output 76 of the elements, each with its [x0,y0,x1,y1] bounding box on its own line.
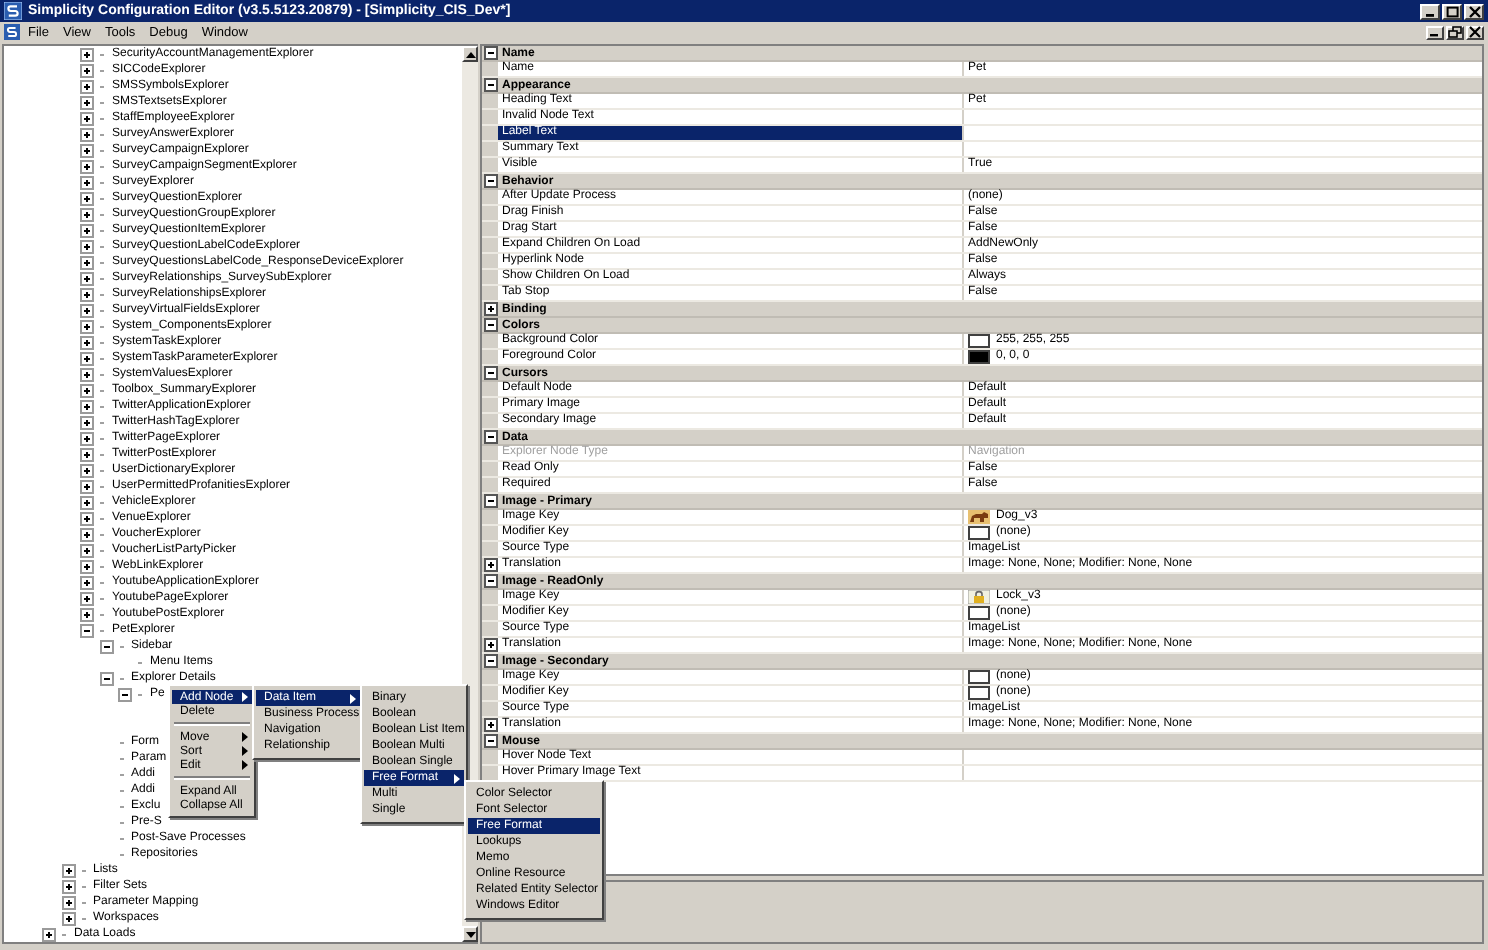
tree-toggle-icon[interactable] [80,47,94,61]
tree-toggle-icon[interactable] [80,511,94,525]
category-toggle-icon[interactable] [484,494,498,508]
category-toggle-icon[interactable] [484,366,498,380]
maximize-button[interactable] [1442,3,1462,19]
category-toggle-icon[interactable] [484,574,498,588]
maximize-icon [1445,5,1459,17]
tree-toggle-icon[interactable] [80,591,94,605]
close-icon [1467,5,1481,17]
tree-toggle-icon[interactable] [80,127,94,141]
tree-toggle-icon[interactable] [42,927,56,941]
tree-toggle-icon[interactable] [80,79,94,93]
tree-toggle-icon[interactable] [80,287,94,301]
category-toggle-icon[interactable] [484,318,498,332]
tree-toggle-icon[interactable] [80,623,94,637]
tree-toggle-icon[interactable] [80,463,94,477]
category-toggle-icon[interactable] [484,430,498,444]
expand-toggle-icon[interactable] [484,718,498,732]
tree-toggle-icon[interactable] [61,911,75,925]
tree-toggle-icon[interactable] [80,367,94,381]
minimize-button[interactable] [1426,25,1444,39]
close-button[interactable] [1466,25,1484,39]
tree-toggle-icon[interactable] [80,191,94,205]
tree-toggle-icon[interactable] [80,255,94,269]
close-icon [1468,26,1482,38]
tree-toggle-icon[interactable] [61,879,75,893]
tree-toggle-icon[interactable] [80,527,94,541]
tree-toggle-icon[interactable] [80,319,94,333]
tree-toggle-icon[interactable] [80,335,94,349]
tree-toggle-icon[interactable] [80,207,94,221]
expand-toggle-icon[interactable] [484,638,498,652]
close-button[interactable] [1464,3,1484,19]
restore-icon [1448,26,1462,38]
tree-toggle-icon[interactable] [80,111,94,125]
tree-toggle-icon[interactable] [80,271,94,285]
tree-toggle-icon[interactable] [80,95,94,109]
tree-toggle-icon[interactable] [80,351,94,365]
scroll-down-button[interactable] [462,926,478,942]
tree-toggle-icon[interactable] [80,303,94,317]
dog-image-icon [968,510,990,524]
tree-toggle-icon[interactable] [80,495,94,509]
tree-toggle-icon[interactable] [61,863,75,877]
category-toggle-icon[interactable] [484,302,498,316]
tree-toggle-icon[interactable] [80,559,94,573]
tree-toggle-icon[interactable] [99,639,113,653]
document-logo-icon [4,24,20,40]
tree-toggle-icon[interactable] [80,415,94,429]
tree-toggle-icon[interactable] [80,159,94,173]
expand-toggle-icon[interactable] [484,558,498,572]
category-toggle-icon[interactable] [484,174,498,188]
color-swatch [968,606,990,620]
category-toggle-icon[interactable] [484,734,498,748]
tree-toggle-icon[interactable] [80,143,94,157]
tree-toggle-icon[interactable] [80,479,94,493]
category-toggle-icon[interactable] [484,654,498,668]
tree-toggle-icon[interactable] [80,447,94,461]
tree-toggle-icon[interactable] [80,607,94,621]
tree-toggle-icon[interactable] [99,671,113,685]
tree-toggle-icon[interactable] [80,399,94,413]
tree-toggle-icon[interactable] [118,687,132,701]
app-logo-icon [4,2,22,20]
tree-toggle-icon[interactable] [80,543,94,557]
scroll-up-button[interactable] [462,46,478,62]
minimize-button[interactable] [1420,3,1440,19]
tree-toggle-icon[interactable] [80,175,94,189]
tree-toggle-icon[interactable] [80,223,94,237]
tree-toggle-icon[interactable] [80,63,94,77]
category-toggle-icon[interactable] [484,78,498,92]
tree-toggle-icon[interactable] [80,431,94,445]
tree-toggle-icon[interactable] [80,575,94,589]
tree-toggle-icon[interactable] [61,895,75,909]
tree-toggle-icon[interactable] [80,239,94,253]
color-swatch [968,526,990,540]
restore-button[interactable] [1446,25,1464,39]
category-toggle-icon[interactable] [484,46,498,60]
tree-toggle-icon[interactable] [80,383,94,397]
